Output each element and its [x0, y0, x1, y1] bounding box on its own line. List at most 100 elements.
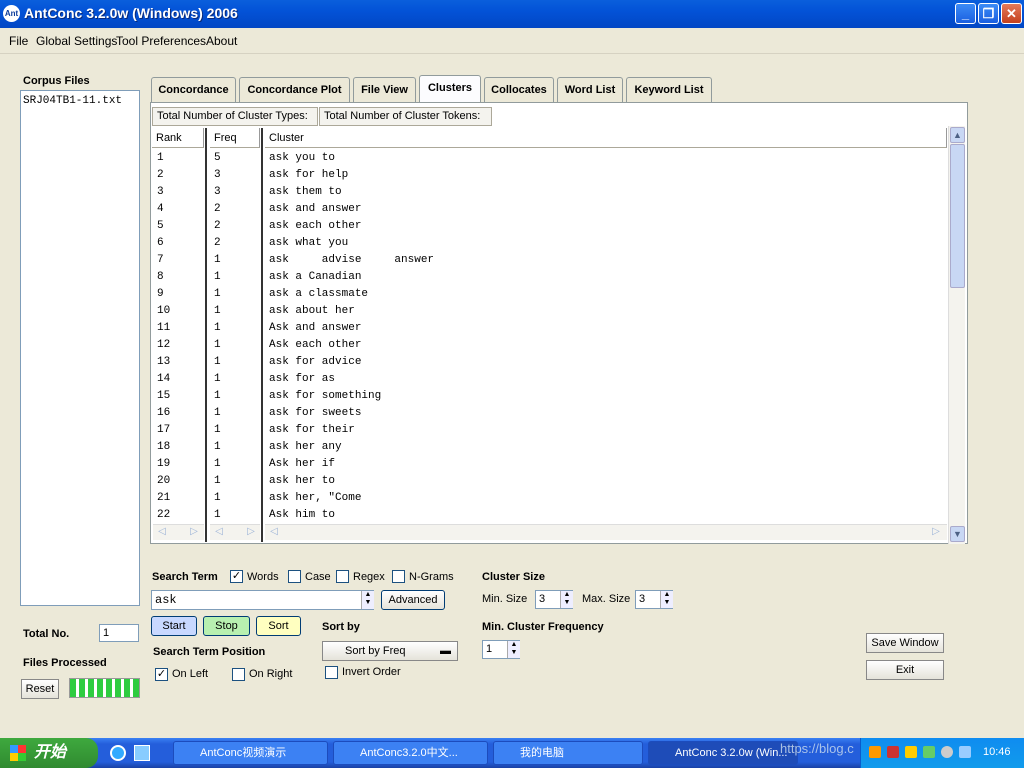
on-right-label: On Right: [249, 668, 293, 680]
show-desktop-icon[interactable]: [134, 745, 150, 761]
task-label: AntConc3.2.0中文...: [360, 747, 458, 759]
corpus-file-list[interactable]: SRJ04TB1-11.txt: [20, 90, 140, 606]
advanced-button[interactable]: Advanced: [381, 590, 445, 610]
freq-column[interactable]: 5 3 3 2 2 2 1 1 1 1 1 1 1 1 1 1 1 1 1 1 …: [210, 150, 260, 522]
save-window-button[interactable]: Save Window: [866, 633, 944, 653]
sort-by-value: Sort by Freq: [345, 645, 406, 657]
case-label: Case: [305, 571, 331, 583]
min-size-spinner[interactable]: ▲ ▼: [560, 591, 573, 608]
cluster-tokens-count: Total Number of Cluster Tokens: 68: [319, 107, 492, 139]
ngrams-checkbox[interactable]: [392, 570, 405, 583]
start-button[interactable]: 开始: [0, 738, 98, 768]
freq-column-header[interactable]: Freq: [210, 128, 260, 148]
total-no-label: Total No.: [23, 628, 70, 640]
stop-button[interactable]: Stop: [203, 616, 250, 636]
sort-by-dropdown[interactable]: Sort by Freq ▬: [322, 641, 458, 661]
tab-file-view[interactable]: File View: [353, 77, 416, 102]
scroll-thumb[interactable]: [950, 144, 965, 288]
internet-explorer-icon[interactable]: [110, 745, 126, 761]
case-checkbox[interactable]: [288, 570, 301, 583]
total-no-field: 1: [99, 624, 139, 642]
regex-checkbox[interactable]: [336, 570, 349, 583]
files-processed-label: Files Processed: [23, 657, 107, 669]
menu-global-settings[interactable]: Global Settings: [36, 34, 117, 48]
tab-concordance[interactable]: Concordance: [151, 77, 236, 102]
sort-button[interactable]: Sort: [256, 616, 301, 636]
task-label: AntConc 3.2.0w (Win...: [675, 747, 788, 759]
window-title: AntConc 3.2.0w (Windows) 2006: [24, 5, 238, 21]
clock[interactable]: 10:46: [983, 746, 1011, 758]
column-divider[interactable]: [261, 128, 263, 542]
task-antconc-doc[interactable]: AntConc3.2.0中文...: [333, 741, 488, 765]
scroll-left-icon[interactable]: ◁: [155, 525, 169, 539]
cluster-column[interactable]: ask you to ask for help ask them to ask …: [265, 150, 947, 522]
freq-hscrollbar[interactable]: ◁ ▷: [210, 524, 260, 540]
search-term-position-label: Search Term Position: [153, 646, 266, 658]
scroll-right-icon[interactable]: ▷: [187, 525, 201, 539]
tab-clusters[interactable]: Clusters: [419, 75, 481, 103]
cluster-hscrollbar[interactable]: ◁ ▷: [265, 524, 947, 540]
tab-word-list[interactable]: Word List: [557, 77, 623, 102]
task-antconc-video[interactable]: AntConc视频演示: [173, 741, 328, 765]
freq-values: 5 3 3 2 2 2 1 1 1 1 1 1 1 1 1 1 1 1 1 1 …: [214, 152, 221, 521]
cluster-column-header[interactable]: Cluster: [265, 128, 947, 148]
words-label: Words: [247, 571, 279, 583]
cluster-values: ask you to ask for help ask them to ask …: [269, 152, 435, 521]
maximize-icon[interactable]: ❐: [978, 3, 999, 24]
tray-app-icon[interactable]: [869, 746, 881, 758]
corpus-file-item[interactable]: SRJ04TB1-11.txt: [21, 91, 139, 111]
start-button[interactable]: Start: [151, 616, 197, 636]
scroll-down-icon[interactable]: ▼: [950, 526, 965, 542]
rank-column[interactable]: 1 2 3 4 5 6 7 8 9 10 11 12 13 14 15 16 1…: [153, 150, 204, 522]
task-my-computer[interactable]: 我的电脑: [493, 741, 643, 765]
max-size-spinner[interactable]: ▲ ▼: [660, 591, 673, 608]
system-tray: 10:46: [860, 738, 1024, 768]
search-input[interactable]: ask: [151, 590, 374, 610]
close-icon[interactable]: ✕: [1001, 3, 1022, 24]
tab-collocates[interactable]: Collocates: [484, 77, 554, 102]
menu-bar: File Global Settings Tool Preferences Ab…: [0, 28, 1024, 54]
tray-app-icon[interactable]: [887, 746, 899, 758]
progress-bar: [69, 678, 140, 698]
on-left-label: On Left: [172, 668, 209, 680]
volume-icon[interactable]: [941, 746, 953, 758]
scroll-up-icon[interactable]: ▲: [950, 127, 965, 143]
search-history-spinner[interactable]: ▲ ▼: [361, 591, 374, 609]
tray-app-icon[interactable]: [923, 746, 935, 758]
on-right-radio[interactable]: [232, 668, 245, 681]
min-cluster-frequency-label: Min. Cluster Frequency: [482, 621, 604, 633]
task-antconc[interactable]: AntConc 3.2.0w (Win...: [648, 741, 798, 765]
tray-app-icon[interactable]: [905, 746, 917, 758]
min-frequency-spinner[interactable]: ▲ ▼: [507, 641, 520, 658]
scroll-left-icon[interactable]: ◁: [267, 525, 281, 539]
corpus-files-label: Corpus Files: [23, 75, 90, 87]
rank-values: 1 2 3 4 5 6 7 8 9 10 11 12 13 14 15 16 1…: [157, 152, 171, 521]
column-divider[interactable]: [205, 128, 207, 542]
network-icon[interactable]: [959, 746, 971, 758]
search-term-label: Search Term: [152, 571, 218, 583]
tab-concordance-plot[interactable]: Concordance Plot: [239, 77, 350, 102]
reset-button[interactable]: Reset: [21, 679, 59, 699]
taskbar: 开始 AntConc视频演示 AntConc3.2.0中文... 我的电脑 An…: [0, 738, 1024, 768]
exit-button[interactable]: Exit: [866, 660, 944, 680]
rank-hscrollbar[interactable]: ◁ ▷: [153, 524, 204, 540]
menu-file[interactable]: File: [9, 34, 28, 48]
scroll-left-icon[interactable]: ◁: [212, 525, 226, 539]
menu-tool-preferences[interactable]: Tool Preferences: [116, 34, 206, 48]
task-label: 我的电脑: [520, 747, 564, 759]
start-label: 开始: [34, 744, 67, 761]
app-window: Ant AntConc 3.2.0w (Windows) 2006 _ ❐ ✕ …: [0, 0, 1024, 738]
menu-about[interactable]: About: [206, 34, 237, 48]
rank-column-header[interactable]: Rank: [152, 128, 204, 148]
scroll-right-icon[interactable]: ▷: [244, 525, 258, 539]
antconc-app-icon: Ant: [3, 5, 20, 22]
regex-label: Regex: [353, 571, 385, 583]
words-checkbox[interactable]: ✓: [230, 570, 243, 583]
on-left-radio[interactable]: ✓: [155, 668, 168, 681]
invert-order-checkbox[interactable]: [325, 666, 338, 679]
scroll-right-icon[interactable]: ▷: [929, 525, 943, 539]
tab-keyword-list[interactable]: Keyword List: [626, 77, 712, 102]
cluster-types-count: Total Number of Cluster Types: 57: [152, 107, 318, 139]
minimize-icon[interactable]: _: [955, 3, 976, 24]
results-vscrollbar[interactable]: ▲ ▼: [948, 126, 965, 544]
